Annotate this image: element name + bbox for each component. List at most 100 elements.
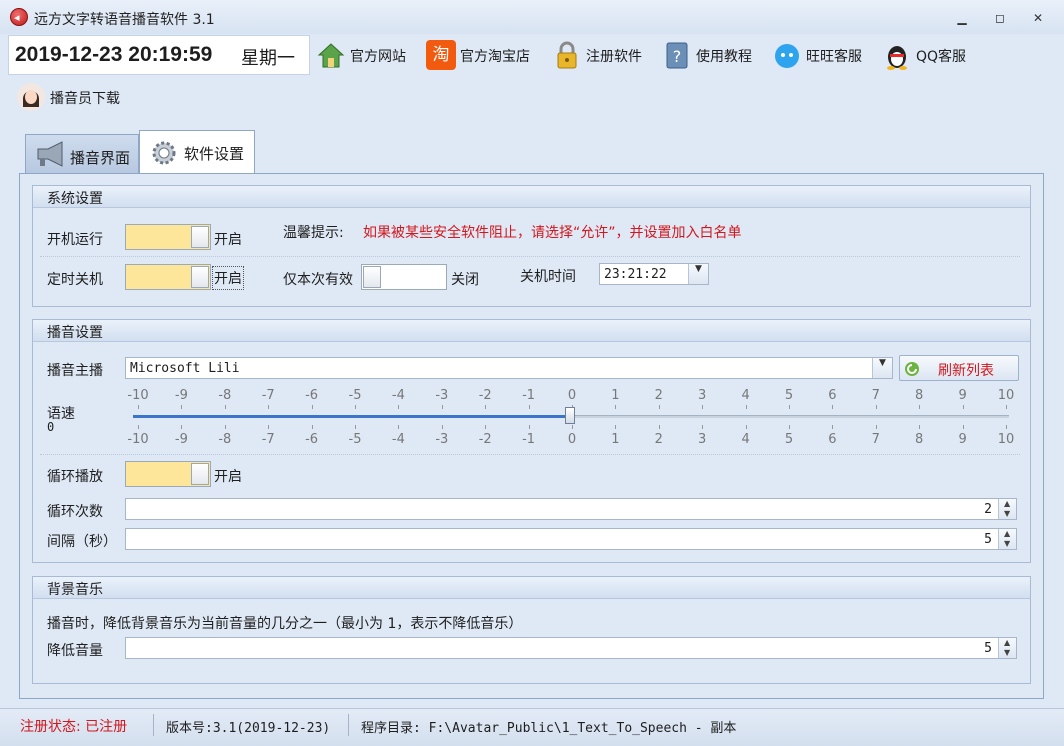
system-settings-header: 系统设置 [33,186,1030,208]
toolbar-tutorial[interactable]: ? 使用教程 [662,38,760,72]
tip-text: 如果被某些安全软件阻止，请选择“允许”，并设置加入白名单 [363,225,742,241]
toolbar-qq-support[interactable]: QQ客服 [882,38,968,72]
toolbar-official-site[interactable]: 官方网站 [316,38,414,72]
maximize-button[interactable]: ◻ [990,10,1010,26]
tip-label: 温馨提示: [283,225,344,241]
divider [348,714,349,736]
autostart-toggle[interactable] [125,224,211,250]
speed-slider-fill [133,415,570,418]
refresh-icon [905,362,919,376]
divider [153,714,154,736]
shutdown-time-label: 关机时间 [520,269,576,285]
once-only-toggle[interactable] [361,264,447,290]
loop-count-stepper[interactable]: 2 ▲ ▼ [125,498,1017,520]
loop-count-label: 循环次数 [47,504,103,520]
loop-play-toggle[interactable] [125,461,211,487]
system-settings-title: 系统设置 [47,191,103,207]
toolbar-taobao-store[interactable]: 淘 官方淘宝店 [426,38,538,72]
background-music-title: 背景音乐 [47,582,103,598]
toolbar-wangwang-support[interactable]: 旺旺客服 [772,38,870,72]
toolbar-qq-support-label: QQ客服 [916,49,967,65]
speed-slider-thumb[interactable] [565,407,575,424]
shutdown-label: 定时关机 [47,272,103,288]
autostart-state: 开启 [214,232,242,248]
reduce-volume-label: 降低音量 [47,643,103,659]
toolbar-wangwang-support-label: 旺旺客服 [806,49,862,65]
toggle-knob [191,226,209,248]
toolbar-register[interactable]: 注册软件 [552,38,650,72]
toolbar-official-site-label: 官方网站 [350,49,406,65]
autostart-label: 开机运行 [47,232,103,248]
chevron-down-icon[interactable]: ▼ [688,264,708,284]
tab-settings[interactable]: 软件设置 [139,130,255,174]
broadcast-settings-group: 播音设置 [32,319,1031,563]
divider [40,256,1020,257]
date-time-text: 2019-12-23 20:19:59 [15,43,212,67]
refresh-list-label: 刷新列表 [938,363,994,379]
broadcast-settings-header: 播音设置 [33,320,1030,342]
tab-broadcast-label: 播音界面 [70,149,131,167]
spin-down-icon[interactable]: ▼ [1004,648,1010,657]
chevron-down-icon[interactable]: ▼ [872,358,892,378]
refresh-list-button[interactable]: 刷新列表 [899,355,1019,381]
help-book-icon: ? [666,42,688,69]
divider [40,454,1020,455]
spin-buttons[interactable]: ▲ ▼ [998,529,1016,549]
registration-value: 已注册 [85,719,128,735]
interval-stepper[interactable]: 5 ▲ ▼ [125,528,1017,550]
reduce-volume-stepper[interactable]: 5 ▲ ▼ [125,637,1017,659]
music-description: 播音时，降低背景音乐为当前音量的几分之一（最小为 1，表示不降低音乐） [47,616,523,632]
toolbar-tutorial-label: 使用教程 [696,49,752,65]
program-directory: 程序目录: F:\Avatar_Public\1_Text_To_Speech … [361,721,737,736]
time-text: 20:19:59 [128,43,213,66]
spin-buttons[interactable]: ▲ ▼ [998,638,1016,658]
datetime-display: 2019-12-23 20:19:59 星期一 [8,35,310,75]
shutdown-time-value: 23:21:22 [604,267,667,282]
scheduled-shutdown-toggle[interactable] [125,264,211,290]
registration-label: 注册状态: [20,719,81,735]
spin-down-icon[interactable]: ▼ [1004,509,1010,518]
toggle-knob [363,266,381,288]
tab-settings-label: 软件设置 [184,145,245,163]
interval-label: 间隔（秒） [47,534,117,550]
lock-icon [557,41,577,69]
date-text: 2019-12-23 [15,43,123,66]
toggle-knob [191,266,209,288]
qq-penguin-icon [887,46,907,70]
wangwang-icon [775,44,799,68]
anchor-select-value: Microsoft Lili [130,361,240,376]
close-button[interactable]: ✕ [1028,10,1048,26]
loop-play-label: 循环播放 [47,469,103,485]
broadcast-settings-title: 播音设置 [47,325,103,341]
weekday-text: 星期一 [241,48,295,69]
anchor-select[interactable]: Microsoft Lili ▼ [125,357,893,379]
spin-up-icon[interactable]: ▲ [1004,529,1010,538]
loop-count-value: 2 [984,502,992,517]
spin-buttons[interactable]: ▲ ▼ [998,499,1016,519]
gear-icon [152,141,176,165]
window-title: 远方文字转语音播音软件 3.1 [34,12,215,28]
toolbar-register-label: 注册软件 [586,49,642,65]
shutdown-time-picker[interactable]: 23:21:22 ▼ [599,263,709,285]
toolbar-anchor-download[interactable]: 播音员下载 [16,80,134,114]
taobao-icon: 淘 [426,40,456,70]
anchor-label: 播音主播 [47,363,103,379]
speaker-app-icon: ◂ [10,8,28,26]
background-music-header: 背景音乐 [33,577,1030,599]
once-only-label: 仅本次有效 [283,272,353,288]
spin-up-icon[interactable]: ▲ [1004,638,1010,647]
minimize-button[interactable]: ▁ [952,10,972,26]
spin-up-icon[interactable]: ▲ [1004,499,1010,508]
spin-down-icon[interactable]: ▼ [1004,539,1010,548]
version-text: 版本号:3.1(2019-12-23) [166,721,331,736]
female-avatar-icon [17,83,45,111]
registration-status: 注册状态: 已注册 [20,716,127,736]
svg-text:?: ? [673,47,682,66]
speed-value: 0 [47,420,55,434]
toolbar-taobao-store-label: 官方淘宝店 [460,49,530,65]
tab-broadcast[interactable]: 播音界面 [25,134,139,174]
reduce-volume-value: 5 [984,641,992,656]
toggle-knob [191,463,209,485]
loop-play-state: 开启 [214,469,242,485]
anchor-download-label: 播音员下载 [50,91,120,107]
